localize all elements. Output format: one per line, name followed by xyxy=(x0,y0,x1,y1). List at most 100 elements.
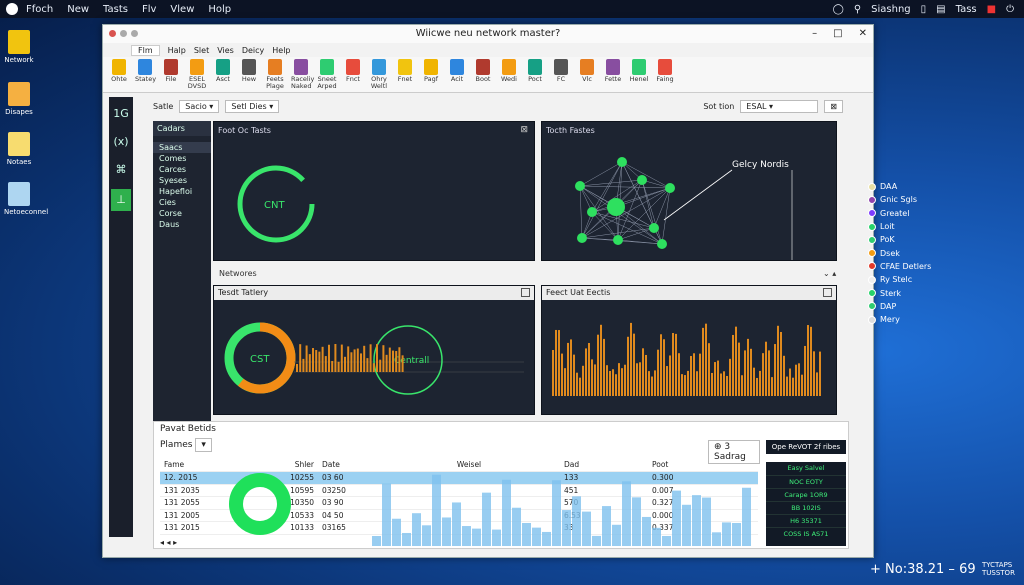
top-menu-item[interactable]: Vlew xyxy=(170,4,194,15)
ribbon-button[interactable]: Hew xyxy=(239,59,259,83)
tile-item[interactable]: COSS IS AS71 xyxy=(766,527,846,540)
column-header[interactable]: Date xyxy=(318,460,374,469)
dropdown-1[interactable]: Sacio ▾ xyxy=(179,99,220,113)
ribbon-button[interactable]: ESEL DVSD xyxy=(187,59,207,90)
tile-item[interactable]: Carape 1OR9 xyxy=(766,488,846,501)
legend-item[interactable]: DAP xyxy=(868,300,931,313)
close-button[interactable]: ✕ xyxy=(859,25,867,43)
ribbon-button[interactable]: Fnct xyxy=(343,59,363,83)
power-icon[interactable]: ⏻ xyxy=(1006,4,1014,15)
tray-label[interactable]: Siashng xyxy=(871,4,911,15)
sidebar-item[interactable]: Daus xyxy=(153,219,211,230)
collapse-icon[interactable]: ⌄ ▴ xyxy=(823,269,836,278)
ribbon-button[interactable]: Henel xyxy=(629,59,649,83)
tile-item[interactable]: BB 102IS xyxy=(766,501,846,514)
ribbon-button[interactable]: Statey xyxy=(135,59,156,83)
minimize-dot-icon[interactable] xyxy=(120,30,127,37)
ribbon-button[interactable]: Poct xyxy=(525,59,545,83)
ribbon-button[interactable]: Vlc xyxy=(577,59,597,83)
expand-icon[interactable]: ⊠ xyxy=(520,125,528,135)
graph-node[interactable] xyxy=(613,235,623,245)
status-icon[interactable]: ⚲ xyxy=(854,4,861,15)
ribbon-button[interactable]: Wedi xyxy=(499,59,519,83)
pager-icons[interactable]: ◂ ◂ ▸ xyxy=(160,538,177,547)
maximize-dot-icon[interactable] xyxy=(131,30,138,37)
sidebar-item[interactable]: Carces xyxy=(153,164,211,175)
graph-node[interactable] xyxy=(577,233,587,243)
tile-item[interactable]: NOC EOTY xyxy=(766,475,846,488)
dropdown-2[interactable]: Setl Dies ▾ xyxy=(225,99,280,113)
legend-item[interactable]: Mery xyxy=(868,313,931,326)
menu-item[interactable]: Flm xyxy=(131,44,160,56)
menu-item[interactable]: Slet xyxy=(194,46,209,55)
graph-node[interactable] xyxy=(657,239,667,249)
nav-item-x[interactable]: (x) xyxy=(109,131,133,153)
ribbon-button[interactable]: Acit xyxy=(447,59,467,83)
sidebar-item[interactable]: Hapefloi xyxy=(153,186,211,197)
ribbon-button[interactable]: Sneet Arped xyxy=(317,59,337,90)
graph-node[interactable] xyxy=(637,175,647,185)
dropdown-arrow-icon[interactable]: ▾ xyxy=(195,438,212,452)
red-square-icon[interactable]: ■ xyxy=(987,4,996,15)
graph-node[interactable] xyxy=(649,223,659,233)
graph-node[interactable] xyxy=(575,181,585,191)
os-logo-icon[interactable] xyxy=(6,3,18,15)
column-header[interactable]: Fame xyxy=(160,460,206,469)
active-nav-icon[interactable]: ⊥ xyxy=(111,189,131,211)
tile-item[interactable]: Easy Salvel xyxy=(766,462,846,475)
menu-item[interactable]: Halp xyxy=(168,46,186,55)
legend-item[interactable]: DAA xyxy=(868,180,931,193)
menu-item[interactable]: Deicy xyxy=(242,46,264,55)
ribbon-button[interactable]: Ohte xyxy=(109,59,129,83)
ribbon-button[interactable]: Boot xyxy=(473,59,493,83)
ribbon-button[interactable]: Feets Plage xyxy=(265,59,285,90)
legend-item[interactable]: Loit xyxy=(868,220,931,233)
ribbon-button[interactable]: FC xyxy=(551,59,571,83)
settings-icon[interactable] xyxy=(521,288,530,297)
window-titlebar[interactable]: Wiicwe neu network master? – □ ✕ xyxy=(103,25,873,43)
tray-label[interactable]: Tass xyxy=(956,4,977,15)
expand-icon[interactable]: ⊠ xyxy=(824,99,843,113)
desktop-icon[interactable]: Netoeconnel xyxy=(4,182,48,216)
legend-item[interactable]: Gnic Sgls xyxy=(868,193,931,206)
desktop-icon[interactable]: Disapes xyxy=(4,82,34,116)
sidebar-item[interactable]: Comes xyxy=(153,153,211,164)
top-menu-item[interactable]: Ffoch xyxy=(26,4,53,15)
menu-item[interactable]: Vies xyxy=(217,46,234,55)
graph-node[interactable] xyxy=(617,157,627,167)
desktop-icon[interactable]: Notaes xyxy=(4,132,34,166)
minimize-button[interactable]: – xyxy=(812,25,817,43)
nav-item-1g[interactable]: 1G xyxy=(109,103,133,125)
sidebar-item[interactable]: Saacs xyxy=(153,142,211,153)
legend-item[interactable]: Ry Stelc xyxy=(868,273,931,286)
ribbon-button[interactable]: Raceliy Naked xyxy=(291,59,314,90)
nodes-icon[interactable]: ⌘ xyxy=(109,159,133,181)
legend-item[interactable]: Greatel xyxy=(868,207,931,220)
ribbon-button[interactable]: File xyxy=(161,59,181,83)
settings-icon[interactable] xyxy=(823,288,832,297)
legend-item[interactable]: CFAE Detlers xyxy=(868,260,931,273)
legend-item[interactable]: Dsek xyxy=(868,246,931,259)
legend-item[interactable]: Sterk xyxy=(868,286,931,299)
top-menu-item[interactable]: Flv xyxy=(142,4,156,15)
status-icon[interactable]: ◯ xyxy=(833,4,844,15)
graph-node[interactable] xyxy=(607,198,625,216)
sidebar-item[interactable]: Corse xyxy=(153,208,211,219)
ribbon-button[interactable]: Ohry Weltl xyxy=(369,59,389,90)
legend-item[interactable]: PoK xyxy=(868,233,931,246)
sidebar-item[interactable]: Cies xyxy=(153,197,211,208)
sidebar-item[interactable]: Syeses xyxy=(153,175,211,186)
ribbon-button[interactable]: Faing xyxy=(655,59,675,83)
ribbon-button[interactable]: Fnet xyxy=(395,59,415,83)
graph-node[interactable] xyxy=(587,207,597,217)
desktop-icon[interactable]: Network xyxy=(4,30,34,64)
menu-item[interactable]: Help xyxy=(272,46,290,55)
document-icon[interactable]: ▯ xyxy=(921,4,927,15)
ribbon-button[interactable]: Asct xyxy=(213,59,233,83)
tile-item[interactable]: H6 35371 xyxy=(766,514,846,527)
close-dot-icon[interactable] xyxy=(109,30,116,37)
top-menu-item[interactable]: New xyxy=(67,4,89,15)
graph-node[interactable] xyxy=(665,183,675,193)
top-menu-item[interactable]: Tasts xyxy=(103,4,128,15)
ribbon-button[interactable]: Pagf xyxy=(421,59,441,83)
